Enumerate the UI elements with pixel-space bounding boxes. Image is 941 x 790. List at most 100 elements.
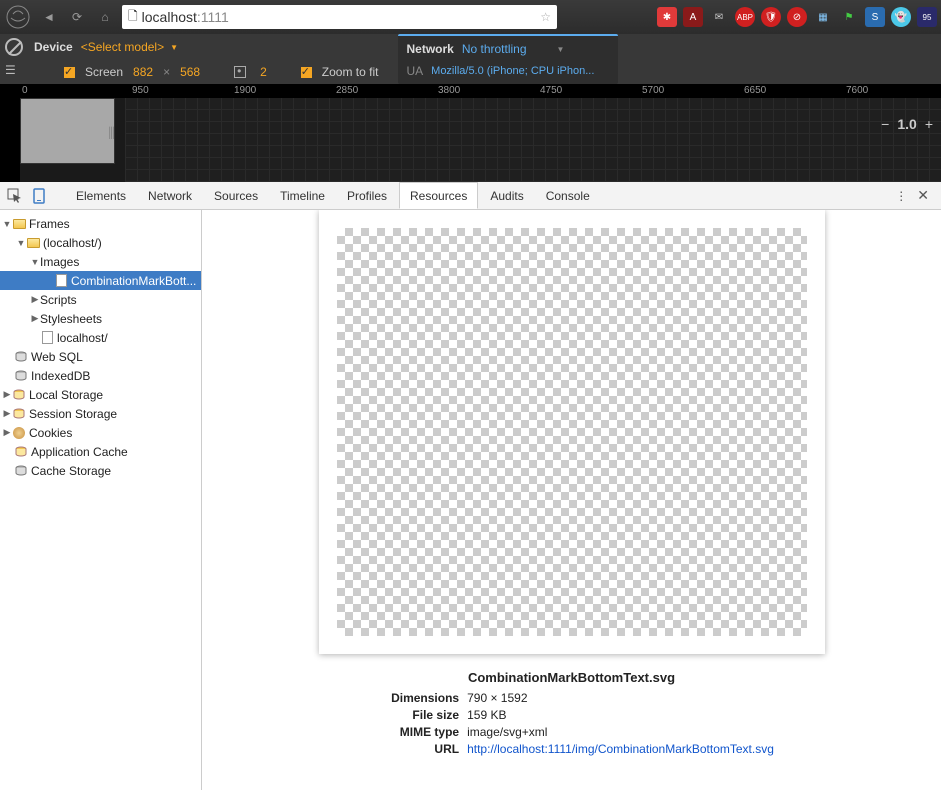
device-select[interactable]: <Select model>▼: [81, 40, 178, 54]
back-button[interactable]: ◄: [38, 6, 60, 28]
devtools-tabbar: Elements Network Sources Timeline Profil…: [0, 182, 941, 210]
devtools-panel: Elements Network Sources Timeline Profil…: [0, 182, 941, 790]
url-text: localhost:1111: [142, 9, 537, 25]
ruler-tick-3: 2850: [336, 85, 358, 96]
toggle-device-icon[interactable]: [28, 185, 50, 207]
resize-handle-icon[interactable]: ⦀: [108, 126, 113, 144]
ext-icon-mail[interactable]: ✉: [709, 7, 729, 27]
ext-icon-block[interactable]: ⊘: [787, 7, 807, 27]
ext-icon-s[interactable]: S: [865, 7, 885, 27]
browser-logo-icon: [4, 3, 32, 31]
meta-dimensions-value: 790 × 1592: [467, 691, 774, 705]
ua-value[interactable]: Mozilla/5.0 (iPhone; CPU iPhon...: [431, 65, 594, 77]
tree-localstorage[interactable]: ▶Local Storage: [0, 385, 201, 404]
reload-button[interactable]: ⟳: [66, 6, 88, 28]
tab-console[interactable]: Console: [536, 182, 600, 209]
horizontal-ruler: 0 950 1900 2850 3800 4750 5700 6650 7600: [0, 84, 941, 98]
dpr-icon: [234, 66, 246, 78]
ruler-tick-4: 3800: [438, 85, 460, 96]
meta-dimensions-label: Dimensions: [369, 691, 459, 705]
tab-sources[interactable]: Sources: [204, 182, 268, 209]
settings-drawer-icon[interactable]: ☰: [5, 63, 23, 81]
tab-audits[interactable]: Audits: [480, 182, 533, 209]
meta-url-value[interactable]: http://localhost:1111/img/CombinationMar…: [467, 742, 774, 756]
network-throttle-select[interactable]: No throttling▼: [462, 42, 565, 56]
meta-filesize-label: File size: [369, 708, 459, 722]
tree-websql[interactable]: Web SQL: [0, 347, 201, 366]
zoom-to-fit-label: Zoom to fit: [322, 65, 379, 79]
tree-images[interactable]: ▼Images: [0, 252, 201, 271]
network-block: Network No throttling▼ UA Mozilla/5.0 (i…: [398, 34, 618, 84]
tree-stylesheets[interactable]: ▶Stylesheets: [0, 309, 201, 328]
viewport-background-grid: [125, 98, 941, 182]
ext-icon-asterisk[interactable]: ✱: [657, 7, 677, 27]
tab-timeline[interactable]: Timeline: [270, 182, 335, 209]
device-toolbar: ☰ Device <Select model>▼ Screen 882 × 56…: [0, 34, 941, 84]
screen-label: Screen: [85, 65, 123, 79]
devtools-close-icon[interactable]: ✕: [917, 187, 929, 204]
extension-icons: ✱ A ✉ ABP 🛡 ⊘ ▦ ⚑ S 👻 95: [657, 7, 937, 27]
resource-preview-pane: CombinationMarkBottomText.svg Dimensions…: [202, 210, 941, 790]
tree-indexeddb[interactable]: IndexedDB: [0, 366, 201, 385]
ua-label: UA: [406, 64, 423, 78]
screen-checkbox[interactable]: [64, 67, 75, 78]
meta-url-label: URL: [369, 742, 459, 756]
zoom-checkbox[interactable]: [301, 67, 312, 78]
ruler-tick-7: 6650: [744, 85, 766, 96]
ext-icon-ghost[interactable]: 👻: [891, 7, 911, 27]
tree-localhost-file[interactable]: localhost/: [0, 328, 201, 347]
device-controls: Device <Select model>▼ Screen 882 × 568 …: [28, 34, 378, 84]
dpr-value[interactable]: 2: [260, 65, 267, 79]
zoom-in-button[interactable]: +: [925, 116, 933, 132]
tab-elements[interactable]: Elements: [66, 182, 136, 209]
meta-mime-value: image/svg+xml: [467, 725, 774, 739]
ruler-tick-2: 1900: [234, 85, 256, 96]
device-label: Device: [34, 40, 73, 54]
tab-profiles[interactable]: Profiles: [337, 182, 397, 209]
bookmark-star-icon[interactable]: ☆: [540, 10, 551, 24]
tree-cachestorage[interactable]: Cache Storage: [0, 461, 201, 480]
zoom-control: − 1.0 +: [881, 116, 933, 132]
dimension-separator: ×: [163, 65, 170, 79]
vertical-ruler: [0, 98, 20, 182]
ruler-tick-8: 7600: [846, 85, 868, 96]
zoom-value: 1.0: [897, 116, 916, 132]
tree-scripts[interactable]: ▶Scripts: [0, 290, 201, 309]
tree-selected-image[interactable]: CombinationMarkBott...: [0, 271, 201, 290]
no-device-icon[interactable]: [5, 38, 23, 56]
ruler-tick-6: 5700: [642, 85, 664, 96]
tab-resources[interactable]: Resources: [399, 182, 478, 209]
tree-frames[interactable]: ▼Frames: [0, 214, 201, 233]
ext-icon-shield[interactable]: 🛡: [761, 7, 781, 27]
home-button[interactable]: ⌂: [94, 6, 116, 28]
tree-appcache[interactable]: Application Cache: [0, 442, 201, 461]
preview-metadata: Dimensions 790 × 1592 File size 159 KB M…: [369, 691, 774, 756]
page-icon: 🗋: [128, 7, 138, 28]
zoom-out-button[interactable]: −: [881, 116, 889, 132]
ruler-tick-5: 4750: [540, 85, 562, 96]
ruler-tick-1: 950: [132, 85, 149, 96]
image-preview: [319, 210, 825, 654]
url-bar[interactable]: 🗋 localhost:1111 ☆: [122, 5, 557, 29]
tree-sessionstorage[interactable]: ▶Session Storage: [0, 404, 201, 423]
browser-toolbar: ◄ ⟳ ⌂ 🗋 localhost:1111 ☆ ✱ A ✉ ABP 🛡 ⊘ ▦…: [0, 0, 941, 34]
emulated-screen[interactable]: [20, 98, 115, 164]
device-viewport: ⦀ − 1.0 +: [0, 98, 941, 182]
devtools-menu-icon[interactable]: ⋮: [895, 189, 907, 203]
ext-icon-flag[interactable]: ⚑: [839, 7, 859, 27]
tree-localhost[interactable]: ▼(localhost/): [0, 233, 201, 252]
tree-cookies[interactable]: ▶Cookies: [0, 423, 201, 442]
preview-filename: CombinationMarkBottomText.svg: [468, 670, 675, 685]
screen-height[interactable]: 568: [180, 65, 200, 79]
inspect-element-icon[interactable]: [4, 185, 26, 207]
ext-icon-counter[interactable]: 95: [917, 7, 937, 27]
screen-width[interactable]: 882: [133, 65, 153, 79]
ext-icon-a[interactable]: A: [683, 7, 703, 27]
ruler-tick-0: 0: [22, 85, 28, 96]
resources-sidebar: ▼Frames ▼(localhost/) ▼Images Combinatio…: [0, 210, 202, 790]
ext-icon-abp[interactable]: ABP: [735, 7, 755, 27]
network-label: Network: [406, 42, 453, 56]
ext-icon-grid[interactable]: ▦: [813, 7, 833, 27]
meta-mime-label: MIME type: [369, 725, 459, 739]
tab-network[interactable]: Network: [138, 182, 202, 209]
